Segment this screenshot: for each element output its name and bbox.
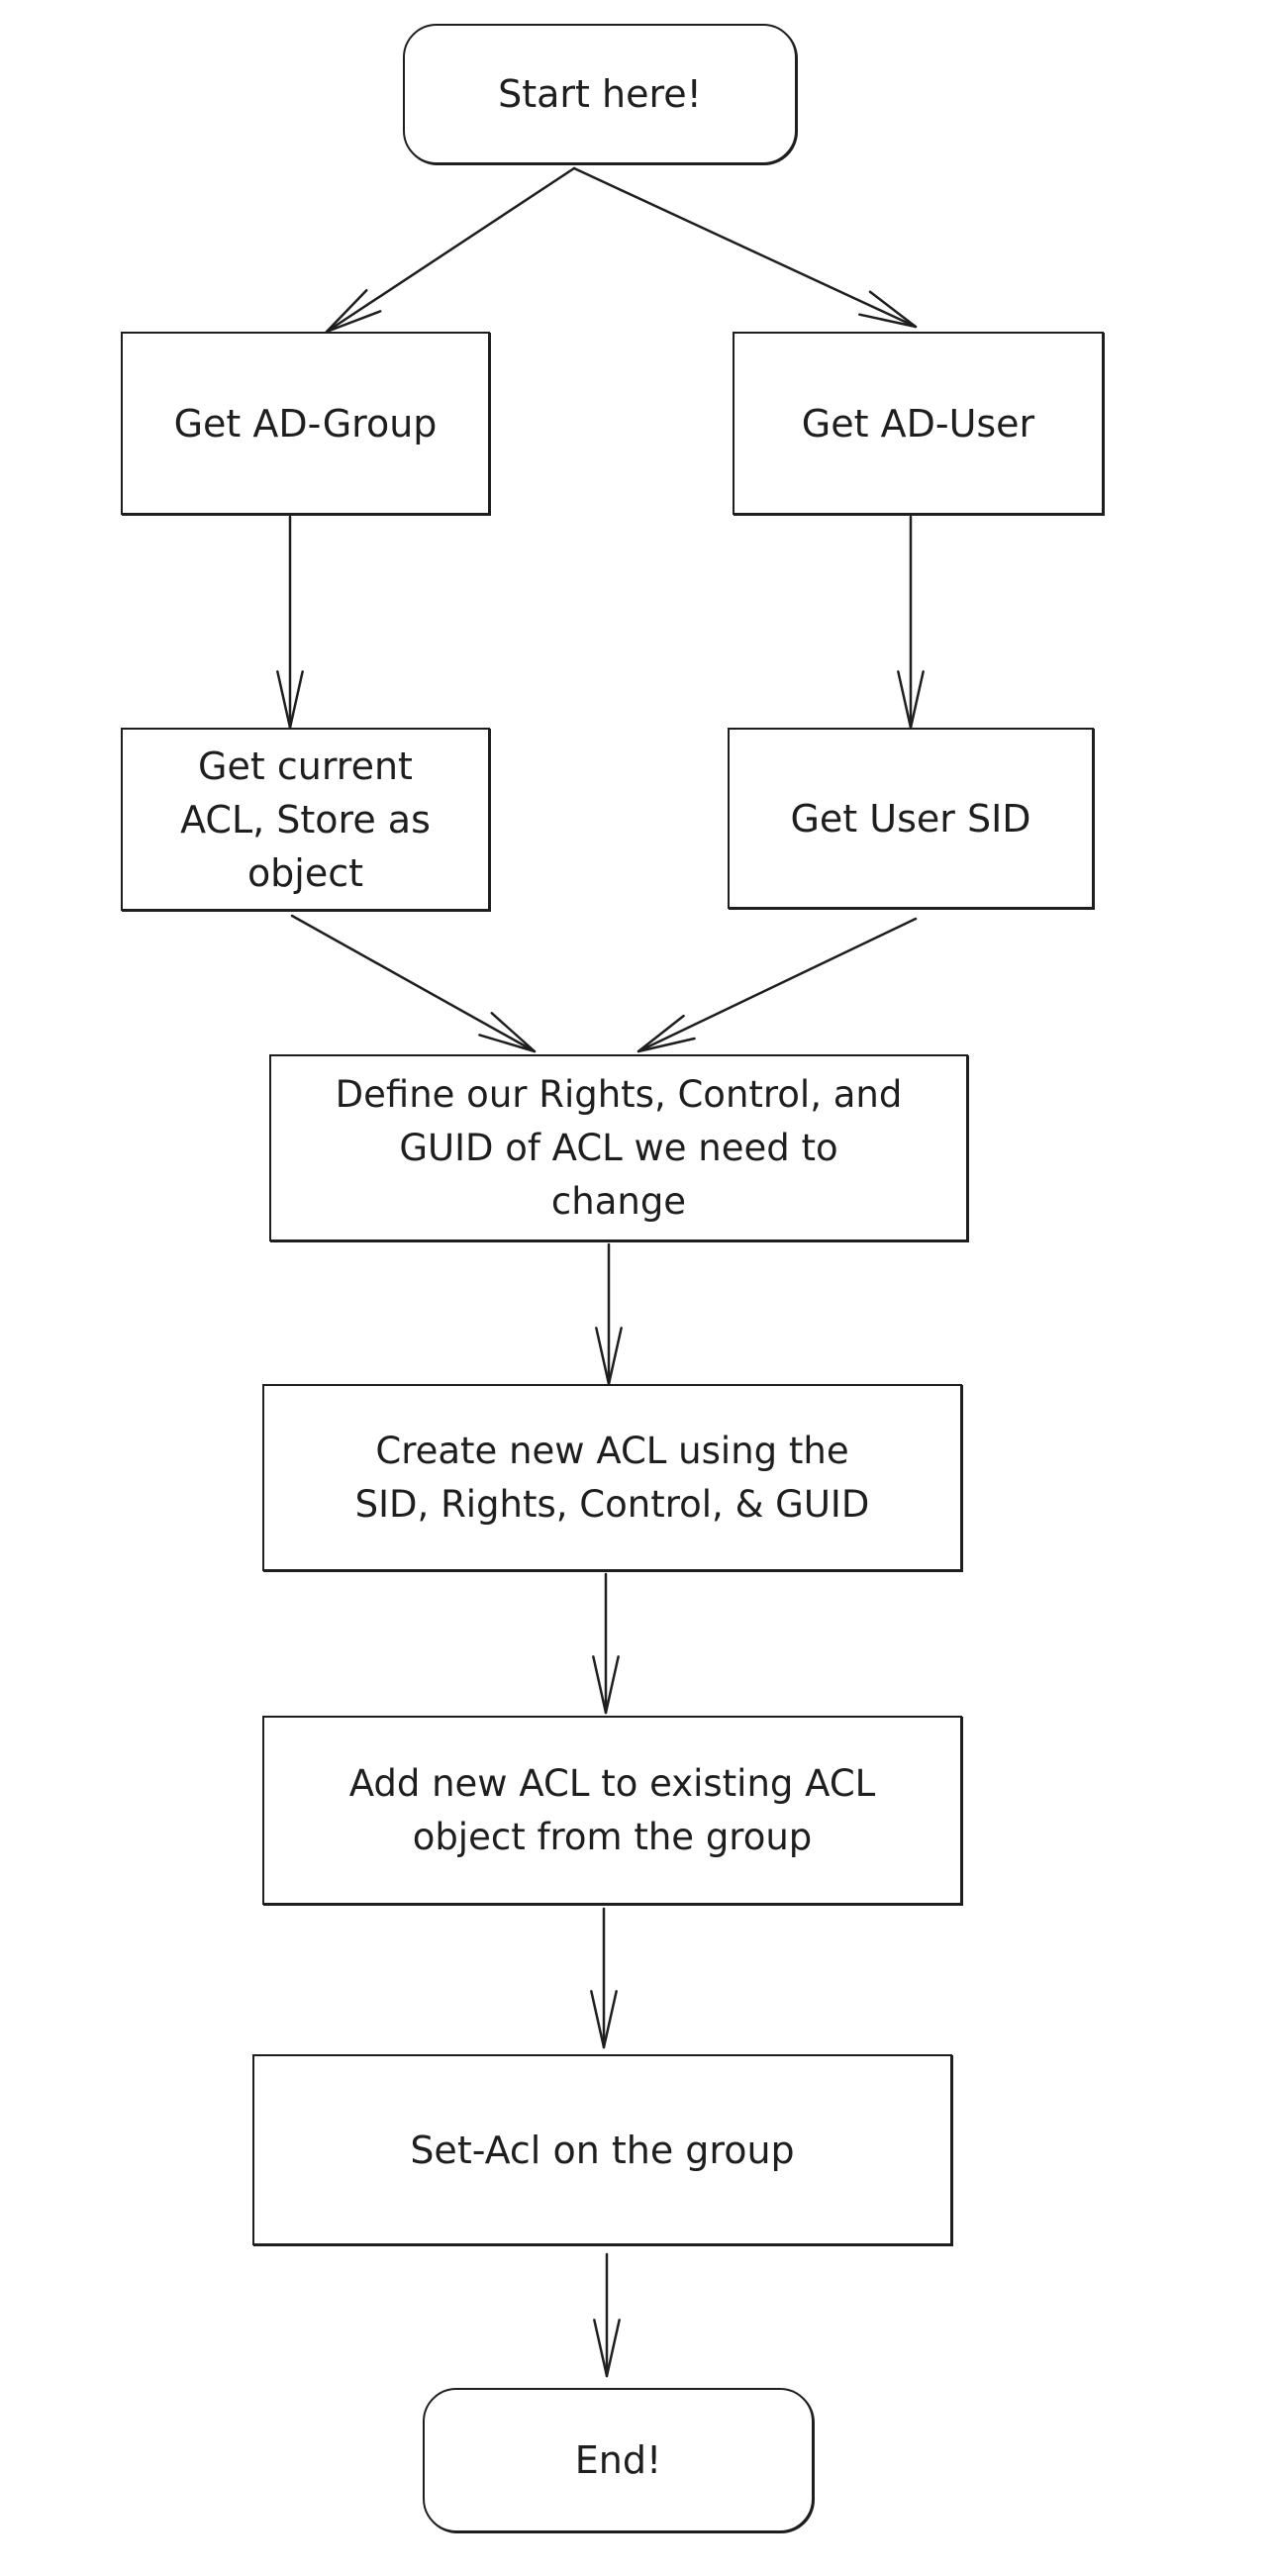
- define-rights-label: Define our Rights, Control, and GUID of …: [335, 1072, 903, 1223]
- edge-add-set: [590, 1907, 618, 2049]
- set-acl-label: Set-Acl on the group: [410, 2128, 795, 2172]
- edge-user-sid: [897, 515, 925, 730]
- arrow-line: [636, 917, 918, 1053]
- create-new-acl-label: Create new ACL using the SID, Rights, Co…: [354, 1429, 870, 1526]
- arrow-line: [325, 166, 576, 334]
- edge-start-user: [572, 166, 918, 329]
- end-node-label: End!: [574, 2438, 662, 2482]
- arrow-line: [290, 914, 537, 1053]
- add-new-acl-node[interactable]: Add new ACL to existing ACL object from …: [262, 1716, 962, 1905]
- end-node[interactable]: End!: [423, 2388, 814, 2532]
- get-ad-user-node[interactable]: Get AD-User: [733, 332, 1104, 515]
- edge-acl-define: [290, 914, 537, 1053]
- edge-create-add: [592, 1572, 620, 1715]
- get-ad-user-label: Get AD-User: [801, 401, 1035, 446]
- define-rights-node[interactable]: Define our Rights, Control, and GUID of …: [269, 1054, 968, 1241]
- get-user-sid-node[interactable]: Get User SID: [728, 728, 1094, 909]
- arrowhead-icon: [636, 1014, 696, 1053]
- get-ad-group-node[interactable]: Get AD-Group: [121, 332, 490, 515]
- create-new-acl-node[interactable]: Create new ACL using the SID, Rights, Co…: [262, 1384, 962, 1571]
- get-user-sid-label: Get User SID: [790, 796, 1031, 841]
- arrow-line: [572, 166, 918, 329]
- edge-define-create: [595, 1242, 623, 1386]
- edge-set-end: [593, 2252, 621, 2378]
- edge-start-group: [325, 166, 576, 334]
- start-node-label: Start here!: [498, 72, 702, 116]
- arrowhead-icon: [478, 1012, 537, 1053]
- start-node[interactable]: Start here!: [403, 24, 797, 164]
- set-acl-node[interactable]: Set-Acl on the group: [252, 2054, 952, 2245]
- arrowhead-icon: [858, 290, 918, 329]
- add-new-acl-label: Add new ACL to existing ACL object from …: [348, 1761, 876, 1858]
- edge-group-acl: [276, 515, 304, 730]
- edge-sid-define: [636, 917, 918, 1053]
- get-current-acl-node[interactable]: Get current ACL, Store as object: [121, 728, 490, 911]
- get-ad-group-label: Get AD-Group: [173, 401, 438, 446]
- get-current-acl-label: Get current ACL, Store as object: [180, 743, 431, 895]
